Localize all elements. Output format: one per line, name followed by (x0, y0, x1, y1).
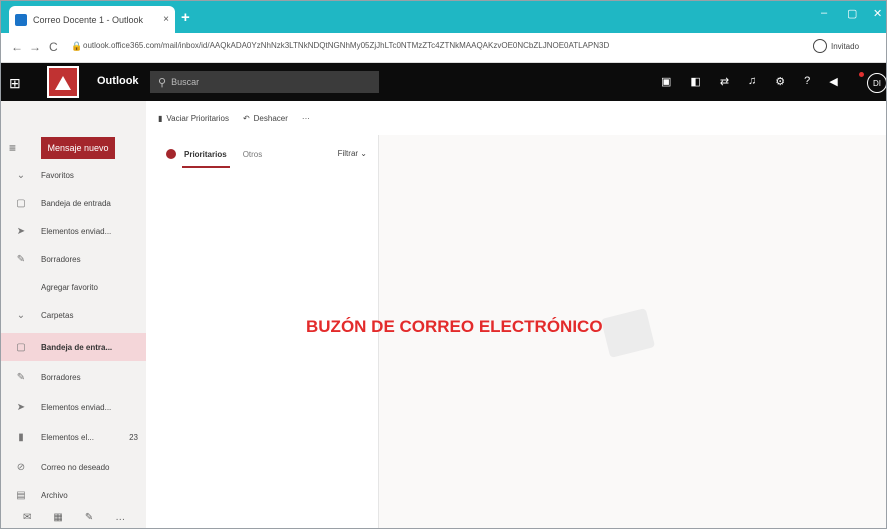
outlook-favicon-icon (15, 13, 27, 26)
send-icon: ➤ (16, 401, 26, 413)
undo-icon: ↶ (242, 113, 250, 123)
help-icon[interactable]: ? (804, 75, 810, 88)
filter-label: Filtrar (337, 149, 359, 158)
nav-deleted[interactable]: ▮ Elementos el... 23 (1, 423, 146, 451)
address-bar: ← → C 🔒 outlook.office365.com/mail/inbox… (1, 33, 886, 63)
todo-icon[interactable]: ⇄ (720, 75, 729, 88)
new-tab-button[interactable]: + (181, 9, 190, 26)
teams-icon[interactable]: ◧ (690, 75, 700, 88)
module-switcher: ✉ ▦ ✎ … (1, 512, 146, 528)
url-field[interactable]: outlook.office365.com/mail/inbox/id/AAQk… (83, 41, 683, 50)
inbox-icon: ▢ (16, 197, 26, 209)
search-input[interactable]: ⚲ Buscar (150, 71, 379, 93)
nav-label: Elementos enviad... (41, 402, 112, 412)
focused-other-bar: Prioritarios Otros Filtrar ⌄ (146, 135, 379, 173)
back-button[interactable]: ← (11, 40, 23, 54)
maximize-button[interactable]: ▢ (847, 7, 857, 20)
mail-icon[interactable]: ✉ (23, 512, 31, 528)
overlay-caption: BUZÓN DE CORREO ELECTRÓNICO (306, 317, 603, 336)
tab-focused[interactable]: Prioritarios (182, 150, 230, 168)
reload-button[interactable]: C (49, 40, 58, 54)
nav-folders[interactable]: ⌄ Carpetas (1, 301, 146, 329)
filter-button[interactable]: Filtrar ⌄ (338, 149, 367, 158)
chat-icon[interactable]: ▣ (661, 75, 671, 88)
trash-icon: ▮ (18, 431, 24, 443)
tab-title: Correo Docente 1 - Outlook (33, 14, 144, 25)
app-launcher-icon[interactable]: ⊞ (9, 75, 21, 92)
nav-archive[interactable]: ▤ Archivo (1, 481, 146, 509)
folder-pane: ≡ Mensaje nuevo ⌄ Favoritos ▢ Bandeja de… (1, 101, 146, 528)
profile-label: Invitado (831, 41, 860, 51)
nav-add-favorite[interactable]: Agregar favorito (1, 273, 146, 301)
notification-badge (859, 72, 864, 77)
nav-label: Borradores (41, 254, 81, 264)
pencil-icon: ✎ (16, 253, 26, 265)
organization-logo (47, 66, 79, 98)
nav-drafts[interactable]: ✎ Borradores (1, 363, 146, 391)
app-title[interactable]: Outlook (97, 75, 139, 87)
nav-junk[interactable]: ⊘ Correo no deseado (1, 453, 146, 481)
search-placeholder: Buscar (171, 77, 200, 87)
search-icon: ⚲ (158, 76, 167, 89)
nav-label: Bandeja de entrada (41, 198, 111, 208)
avatar[interactable]: DI (867, 73, 886, 93)
forward-button[interactable]: → (29, 40, 41, 54)
minimize-button[interactable]: ‒ (821, 7, 827, 19)
people-icon[interactable]: ✎ (85, 512, 93, 528)
chevron-down-icon: ⌄ (16, 309, 26, 321)
archive-icon: ▤ (16, 489, 26, 501)
empty-mail-icon (600, 308, 656, 358)
nav-label: Favoritos (41, 170, 74, 180)
unread-count: 23 (129, 432, 138, 442)
nav-label: Borradores (41, 372, 81, 382)
header-actions: ▣ ◧ ⇄ ♫ ⚙ ? ◀ (661, 75, 838, 88)
send-icon: ➤ (16, 225, 26, 237)
empty-focused-button[interactable]: ▮ Vaciar Prioritarios (158, 114, 229, 123)
nav-label: Carpetas (41, 310, 74, 320)
undo-button[interactable]: ↶ Deshacer (243, 114, 288, 123)
profile-button[interactable]: Invitado (813, 39, 859, 53)
pencil-icon: ✎ (16, 371, 26, 383)
block-icon: ⊘ (16, 461, 26, 473)
nav-label: Archivo (41, 490, 68, 500)
nav-label: Agregar favorito (41, 282, 98, 292)
lock-icon: 🔒 (71, 41, 83, 51)
nav-sent-favorite[interactable]: ➤ Elementos enviad... (1, 217, 146, 245)
nav-label: Elementos enviad... (41, 226, 112, 236)
chevron-down-icon: ⌄ (16, 169, 26, 181)
chevron-down-icon: ⌄ (360, 149, 367, 158)
gear-icon[interactable]: ⚙ (775, 75, 785, 88)
close-window-button[interactable]: ✕ (873, 7, 882, 20)
nav-inbox[interactable]: ▢ Bandeja de entra... (1, 333, 146, 361)
more-icon[interactable]: … (115, 512, 125, 528)
browser-tab[interactable]: Correo Docente 1 - Outlook × (9, 6, 175, 33)
inbox-icon: ▢ (16, 341, 26, 353)
outlook-header: ⊞ Outlook ⚲ Buscar ▣ ◧ ⇄ ♫ ⚙ ? ◀ DI (1, 63, 886, 101)
calendar-icon[interactable]: ▦ (53, 512, 62, 528)
select-all-icon[interactable] (166, 149, 176, 159)
undo-label: Deshacer (253, 113, 288, 123)
nav-inbox-favorite[interactable]: ▢ Bandeja de entrada (1, 189, 146, 217)
empty-focused-label: Vaciar Prioritarios (166, 113, 229, 123)
browser-window: Correo Docente 1 - Outlook × + ‒ ▢ ✕ ← →… (0, 0, 887, 529)
tab-other[interactable]: Otros (243, 150, 263, 159)
nav-drafts-favorite[interactable]: ✎ Borradores (1, 245, 146, 273)
megaphone-icon[interactable]: ◀ (829, 75, 837, 88)
nav-sent[interactable]: ➤ Elementos enviad... (1, 393, 146, 421)
bell-icon[interactable]: ♫ (748, 75, 756, 88)
menu-icon[interactable]: ≡ (9, 141, 16, 155)
nav-label: Correo no deseado (41, 462, 110, 472)
more-actions-button[interactable]: ··· (302, 114, 310, 123)
new-message-button[interactable]: Mensaje nuevo (41, 137, 115, 159)
nav-favorites[interactable]: ⌄ Favoritos (1, 161, 146, 189)
profile-icon (813, 39, 827, 53)
tab-strip: Correo Docente 1 - Outlook × + ‒ ▢ ✕ (1, 1, 886, 33)
tab-close-icon[interactable]: × (163, 14, 169, 25)
nav-label: Bandeja de entra... (41, 342, 113, 352)
trash-icon: ▮ (158, 113, 163, 123)
nav-label: Elementos el... (41, 432, 94, 442)
command-bar: ▮ Vaciar Prioritarios ↶ Deshacer ··· (146, 101, 886, 135)
